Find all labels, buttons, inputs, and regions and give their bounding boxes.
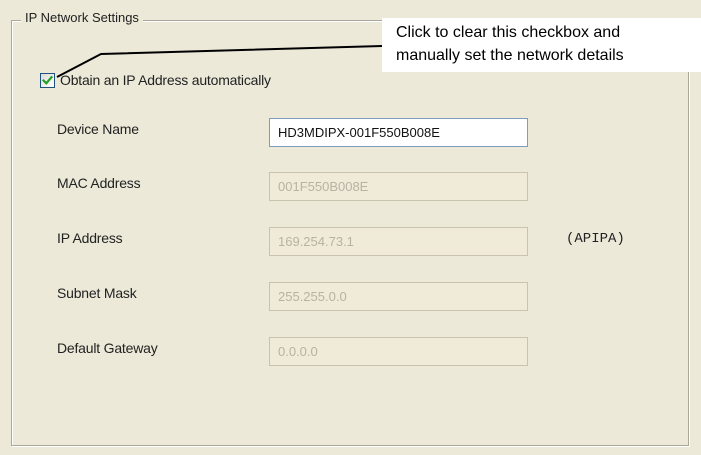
callout-line-2: manually set the network details — [396, 47, 624, 64]
ip-address-field — [269, 227, 528, 256]
auto-ip-option[interactable]: Obtain an IP Address automatically — [40, 70, 271, 90]
auto-ip-checkbox[interactable] — [40, 72, 55, 88]
auto-ip-label[interactable]: Obtain an IP Address automatically — [60, 72, 271, 88]
mac-address-label: MAC Address — [57, 175, 141, 191]
callout-annotation: Click to clear this checkbox and manuall… — [382, 18, 701, 72]
device-name-label: Device Name — [57, 121, 139, 137]
group-title: IP Network Settings — [21, 10, 143, 25]
ip-address-label: IP Address — [57, 230, 123, 246]
default-gateway-field — [269, 337, 528, 366]
subnet-mask-label: Subnet Mask — [57, 285, 137, 301]
callout-line-1: Click to clear this checkbox and — [396, 24, 621, 41]
checkmark-icon — [42, 75, 53, 85]
apipa-note: (APIPA) — [566, 231, 625, 247]
default-gateway-label: Default Gateway — [57, 340, 158, 356]
subnet-mask-field — [269, 282, 528, 311]
mac-address-field — [269, 172, 528, 201]
network-settings-dialog: IP Network Settings Obtain an IP Address… — [0, 0, 701, 455]
device-name-field[interactable] — [269, 118, 528, 147]
